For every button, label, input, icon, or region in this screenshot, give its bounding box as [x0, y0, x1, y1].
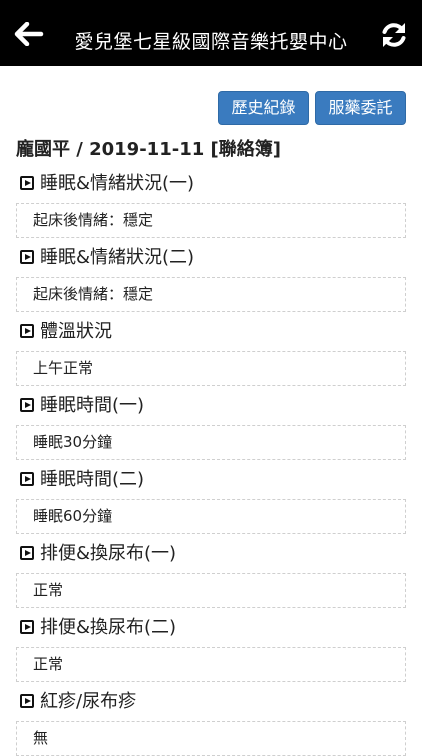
play-square-icon — [20, 694, 34, 708]
play-square-icon — [20, 250, 34, 264]
section-title-text: 體溫狀況 — [40, 321, 112, 342]
section-value: 正常 — [16, 647, 406, 682]
section-title: 排便&換尿布(二) — [20, 615, 176, 641]
section-value: 睡眠60分鐘 — [16, 499, 406, 534]
section-title-text: 排便&換尿布(一) — [40, 543, 177, 564]
record-heading: 龐國平 / 2019-11-11 [聯絡簿] — [16, 139, 281, 160]
play-square-icon — [20, 620, 34, 634]
play-square-icon — [20, 398, 34, 412]
section-value: 起床後情緒：穩定 — [16, 203, 406, 238]
section-title-text: 排便&換尿布(二) — [40, 617, 177, 638]
section-title-text: 睡眠時間(二) — [40, 469, 145, 490]
section-value: 無 — [16, 721, 406, 756]
play-square-icon — [20, 176, 34, 190]
back-arrow-icon[interactable] — [14, 21, 44, 47]
play-square-icon — [20, 324, 34, 338]
section-title: 體溫狀況 — [20, 319, 112, 345]
section-title-text: 睡眠時間(一) — [40, 395, 145, 416]
app-title: 愛兒堡七星級國際音樂托嬰中心 — [74, 31, 348, 53]
section-title: 睡眠時間(一) — [20, 393, 144, 419]
section-title-text: 睡眠&情緒狀況(二) — [40, 247, 195, 268]
history-records-button[interactable]: 歷史紀錄 — [218, 91, 309, 125]
section-title: 排便&換尿布(一) — [20, 541, 176, 567]
section-value: 起床後情緒：穩定 — [16, 277, 406, 312]
top-nav-bar: 愛兒堡七星級國際音樂托嬰中心 — [0, 0, 422, 66]
play-square-icon — [20, 546, 34, 560]
section-value: 正常 — [16, 573, 406, 608]
section-value: 上午正常 — [16, 351, 406, 386]
section-title-text: 睡眠&情緒狀況(一) — [40, 173, 195, 194]
section-title-text: 紅疹/尿布疹 — [40, 691, 137, 712]
section-title: 睡眠&情緒狀況(二) — [20, 245, 194, 271]
medicine-request-button[interactable]: 服藥委託 — [315, 91, 406, 125]
section-value: 睡眠30分鐘 — [16, 425, 406, 460]
refresh-icon[interactable] — [380, 21, 408, 49]
section-title: 睡眠&情緒狀況(一) — [20, 171, 194, 197]
play-square-icon — [20, 472, 34, 486]
section-title: 睡眠時間(二) — [20, 467, 144, 493]
section-title: 紅疹/尿布疹 — [20, 689, 136, 715]
